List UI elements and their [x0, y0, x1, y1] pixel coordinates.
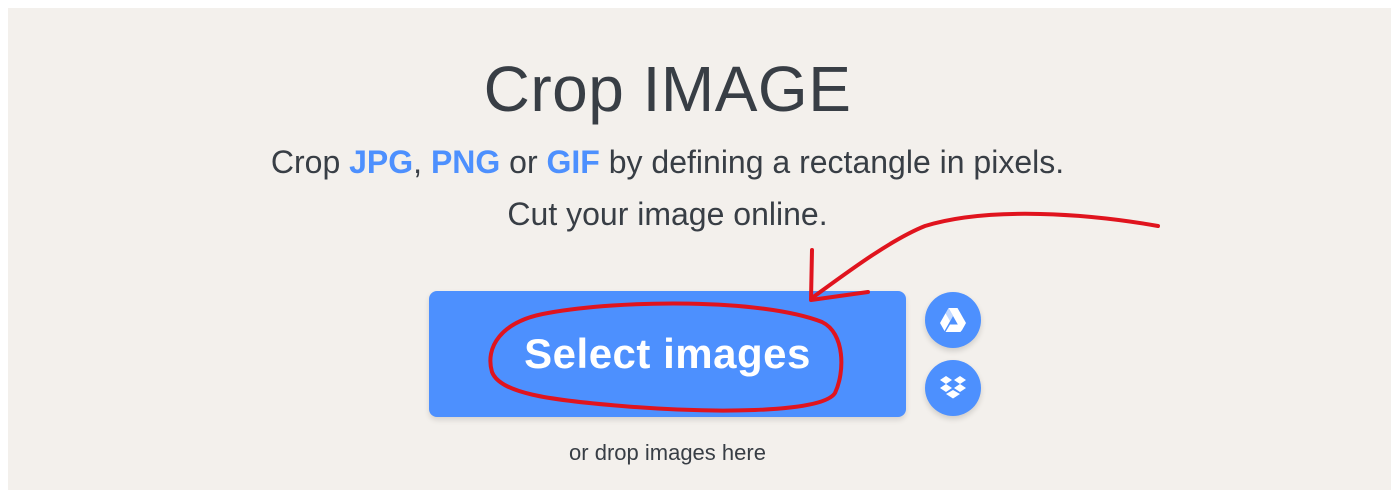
drop-hint: or drop images here [569, 440, 766, 465]
subtitle-separator: or [500, 144, 547, 180]
google-drive-icon [940, 308, 966, 332]
page-subtitle: Crop JPG, PNG or GIF by defining a recta… [0, 136, 1335, 240]
select-images-button[interactable]: Select images [429, 291, 906, 417]
subtitle-line-1: Crop JPG, PNG or GIF by defining a recta… [0, 136, 1335, 188]
dropbox-icon [940, 376, 966, 399]
subtitle-separator: , [413, 144, 431, 180]
page-title: Crop IMAGE [483, 53, 852, 125]
subtitle-line-2: Cut your image online. [507, 196, 828, 232]
format-gif: GIF [546, 144, 600, 180]
format-jpg: JPG [349, 144, 414, 180]
dropbox-button[interactable] [925, 360, 981, 416]
google-drive-button[interactable] [925, 292, 981, 348]
format-png: PNG [430, 144, 501, 180]
subtitle-prefix: Crop [270, 144, 350, 180]
subtitle-rest: by defining a rectangle in pixels. [599, 144, 1065, 180]
